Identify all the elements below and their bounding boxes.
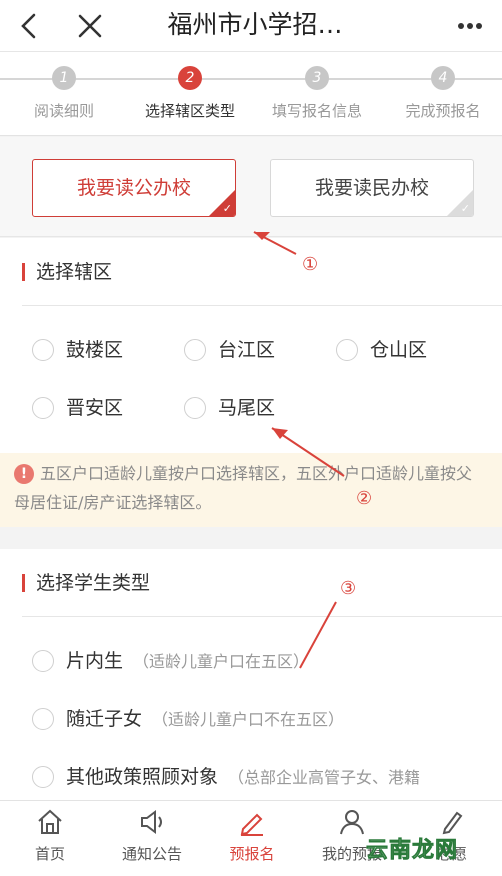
radio-circle <box>184 339 206 361</box>
radio-jinan[interactable]: 晋安区 <box>32 396 123 420</box>
check-icon: ✓ <box>222 202 232 215</box>
radio-circle <box>32 708 54 730</box>
warning-icon: ! <box>14 464 34 484</box>
tab-pre-register[interactable]: 预报名 <box>202 807 302 864</box>
watermark: 云南龙网 <box>366 838 459 864</box>
radio-policy-care[interactable]: 其他政策照顾对象 （总部企业高管子女、港籍 <box>32 765 420 790</box>
district-heading: 选择辖区 <box>22 260 112 284</box>
divider <box>22 305 502 306</box>
radio-circle <box>32 766 54 788</box>
radio-local-student[interactable]: 片内生 （适龄儿童户口在五区） <box>32 649 309 674</box>
radio-mawei[interactable]: 马尾区 <box>184 396 275 420</box>
pen-icon <box>240 813 263 836</box>
divider <box>22 616 502 617</box>
district-panel: 选择辖区 鼓楼区 台江区 仓山区 晋安区 马尾区 <box>0 238 502 453</box>
step-number: 2 <box>178 66 202 90</box>
check-icon: ✓ <box>460 202 470 215</box>
annotation-2: ② <box>356 488 373 509</box>
radio-circle <box>184 397 206 419</box>
private-school-button[interactable]: 我要读民办校 ✓ <box>270 159 474 217</box>
district-notice: ! 五区户口适龄儿童按户口选择辖区，五区外户口适龄儿童按父母居住证/房产证选择辖区… <box>0 453 502 527</box>
annotation-3: ③ <box>340 578 357 599</box>
school-type-selector: 我要读公办校 ✓ 我要读民办校 ✓ <box>0 137 502 237</box>
public-school-button[interactable]: 我要读公办校 ✓ <box>32 159 236 217</box>
step-number: 4 <box>431 66 455 90</box>
tab-home[interactable]: 首页 <box>0 807 100 864</box>
step-complete: 4 完成预报名 <box>381 66 502 121</box>
step-label: 选择辖区类型 <box>144 102 235 120</box>
radio-gulou[interactable]: 鼓楼区 <box>32 338 123 362</box>
student-type-heading: 选择学生类型 <box>22 571 150 595</box>
radio-cangshan[interactable]: 仓山区 <box>336 338 427 362</box>
more-dots-icon[interactable] <box>452 10 488 42</box>
page-title: 福州市小学招… <box>167 10 343 39</box>
radio-circle <box>32 339 54 361</box>
chevron-left-icon[interactable] <box>14 10 46 42</box>
radio-circle <box>32 650 54 672</box>
step-fill-info: 3 填写报名信息 <box>255 66 379 121</box>
step-label: 阅读细则 <box>33 102 94 120</box>
step-read-rules: 1 阅读细则 <box>2 66 126 121</box>
step-label: 完成预报名 <box>405 102 481 120</box>
notice-text: 五区户口适龄儿童按户口选择辖区，五区外户口适龄儿童按父母居住证/房产证选择辖区。 <box>14 464 473 512</box>
student-type-panel: 选择学生类型 片内生 （适龄儿童户口在五区） 随迁子女 （适龄儿童户口不在五区） 其… <box>0 549 502 800</box>
step-label: 填写报名信息 <box>271 102 362 120</box>
tab-notices[interactable]: 通知公告 <box>102 807 202 864</box>
radio-migrant-children[interactable]: 随迁子女 （适龄儿童户口不在五区） <box>32 707 344 732</box>
top-bar: 福州市小学招… <box>0 0 502 52</box>
radio-taijiang[interactable]: 台江区 <box>184 338 275 362</box>
user-icon <box>340 810 364 835</box>
close-icon[interactable] <box>74 10 106 42</box>
step-number: 1 <box>52 66 76 90</box>
annotation-1: ① <box>302 254 319 275</box>
private-school-label: 我要读民办校 <box>314 177 429 199</box>
progress-stepper: 1 阅读细则 2 选择辖区类型 3 填写报名信息 4 完成预报名 <box>0 52 502 136</box>
radio-circle <box>32 397 54 419</box>
home-icon <box>38 809 62 834</box>
step-select-district: 2 选择辖区类型 <box>128 66 252 121</box>
radio-circle <box>336 339 358 361</box>
public-school-label: 我要读公办校 <box>76 177 191 199</box>
step-number: 3 <box>305 66 329 90</box>
speaker-icon <box>141 810 162 834</box>
